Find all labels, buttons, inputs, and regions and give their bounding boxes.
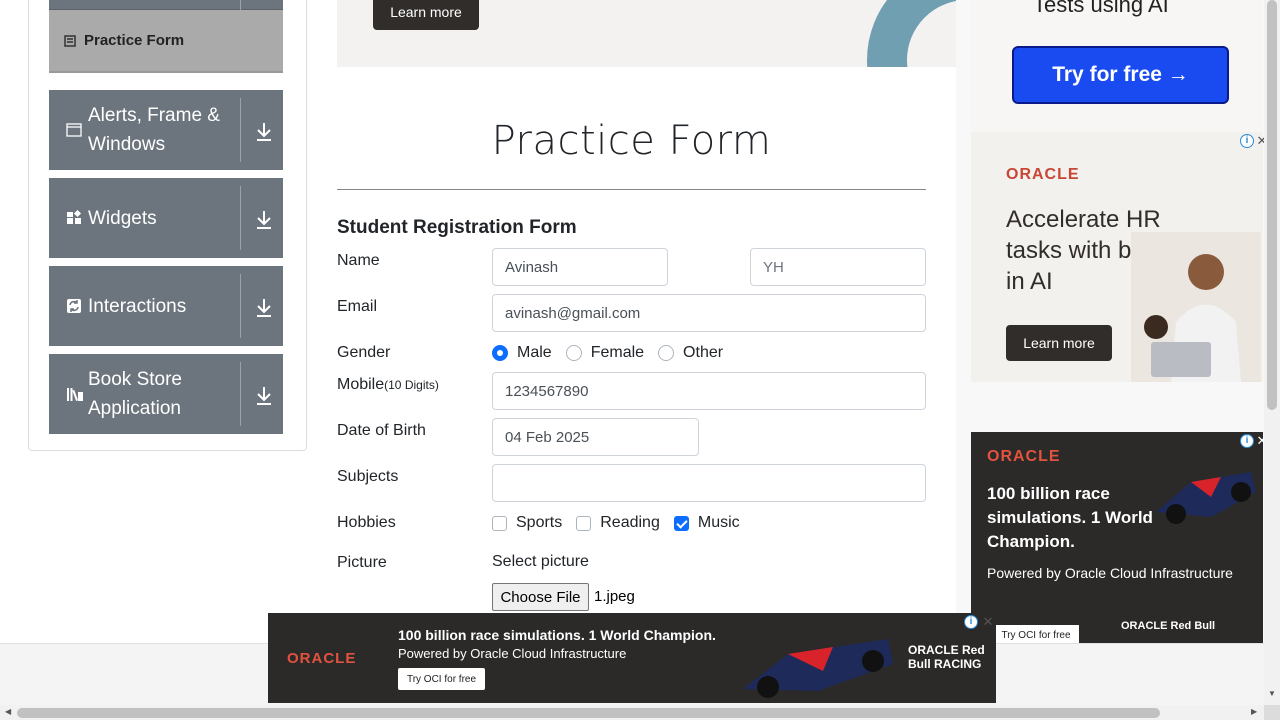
sidebar-group-interactions[interactable]: Interactions bbox=[49, 266, 283, 346]
hobby-music-option[interactable]: Music bbox=[673, 514, 740, 532]
sidebar-group-book-store[interactable]: Book Store Application bbox=[49, 354, 283, 434]
ad-oracle-f1-bottom[interactable]: ORACLE 100 billion race simulations. 1 W… bbox=[268, 613, 996, 703]
oracle-logo: ORACLE bbox=[1006, 166, 1080, 183]
hobbies-label: Hobbies bbox=[337, 514, 396, 531]
try-for-free-button[interactable]: Try for free → bbox=[1012, 46, 1229, 104]
page-title: Practice Form bbox=[491, 118, 772, 164]
oracle-logo: ORACLE bbox=[287, 650, 357, 667]
scrollbar-thumb[interactable] bbox=[17, 708, 1160, 718]
race-car-image bbox=[743, 639, 893, 698]
vertical-scrollbar[interactable]: ▼ bbox=[1264, 0, 1280, 705]
sidebar-group-widgets[interactable]: Widgets bbox=[49, 178, 283, 258]
picture-label: Picture bbox=[337, 554, 387, 571]
hobbies-checkbox-group: Sports Reading Music bbox=[492, 514, 754, 532]
ad-subtext: Powered by Oracle Cloud Infrastructure bbox=[987, 565, 1233, 581]
option-label: Other bbox=[683, 344, 724, 361]
scrollbar-thumb[interactable] bbox=[1267, 0, 1277, 410]
scroll-right-icon[interactable]: ▶ bbox=[1251, 707, 1257, 716]
radio-female[interactable] bbox=[565, 345, 582, 361]
subjects-label: Subjects bbox=[337, 468, 399, 485]
mobile-input[interactable]: 1234567890 bbox=[492, 372, 926, 410]
top-banner-ad[interactable]: Learn more bbox=[337, 0, 956, 67]
widgets-icon bbox=[66, 209, 82, 226]
form-heading: Student Registration Form bbox=[337, 217, 577, 238]
option-label: Sports bbox=[516, 514, 563, 531]
partner-logo: ORACLE Red Bull bbox=[1121, 620, 1216, 632]
ad-close-icon[interactable]: ✕ bbox=[982, 615, 994, 629]
try-oci-button[interactable]: Try OCI for free bbox=[993, 625, 1079, 643]
expand-icon[interactable] bbox=[254, 120, 274, 142]
mobile-hint: (10 Digits) bbox=[384, 378, 439, 392]
hobby-reading-option[interactable]: Reading bbox=[576, 514, 660, 532]
ad-photo bbox=[1131, 232, 1261, 382]
first-name-input[interactable]: Avinash bbox=[492, 248, 668, 286]
sidebar-group-label: Alerts, Frame & Windows bbox=[88, 105, 220, 155]
ad-oracle-f1-right[interactable]: ORACLE 100 billion race simulations. 1 W… bbox=[971, 432, 1263, 643]
dob-label: Date of Birth bbox=[337, 422, 426, 439]
ad-headline: 100 billion race simulations. 1 World Ch… bbox=[987, 484, 1153, 551]
window-icon bbox=[66, 122, 82, 138]
ad-info-icon[interactable]: i bbox=[1240, 134, 1254, 148]
option-label: Music bbox=[697, 514, 740, 531]
oracle-logo: ORACLE bbox=[987, 448, 1061, 465]
option-label: Male bbox=[517, 344, 552, 361]
gender-label: Gender bbox=[337, 344, 391, 361]
divider bbox=[337, 189, 926, 190]
checkbox-reading[interactable] bbox=[576, 515, 592, 531]
radio-other[interactable] bbox=[658, 345, 675, 361]
gender-male-option[interactable]: Male bbox=[492, 344, 552, 362]
mobile-label: Mobile(10 Digits) bbox=[337, 376, 439, 394]
scroll-down-icon[interactable]: ▼ bbox=[1268, 689, 1276, 698]
name-label: Name bbox=[337, 252, 380, 269]
checkbox-music[interactable] bbox=[673, 515, 689, 531]
select-picture-label: Select picture bbox=[492, 553, 589, 570]
option-label: Female bbox=[590, 344, 645, 361]
page: Practice Form Alerts, Frame & Windows Wi… bbox=[0, 0, 1280, 720]
email-input[interactable]: avinash@gmail.com bbox=[492, 294, 926, 332]
learn-more-button[interactable]: Learn more bbox=[373, 0, 479, 30]
partner-logo: ORACLE Red Bull RACING bbox=[908, 643, 985, 671]
ad-headline: 100 billion race simulations. 1 World Ch… bbox=[398, 627, 716, 643]
gender-radio-group: Male Female Other bbox=[492, 344, 737, 362]
form-icon bbox=[64, 34, 76, 47]
option-label: Reading bbox=[600, 514, 660, 531]
sidebar-prev-group[interactable] bbox=[49, 0, 283, 10]
sidebar-group-alerts[interactable]: Alerts, Frame & Windows bbox=[49, 90, 283, 170]
sidebar-group-label: Book Store Application bbox=[88, 369, 182, 419]
subjects-input[interactable] bbox=[492, 464, 926, 502]
ad-info-icon[interactable]: i bbox=[964, 615, 978, 629]
last-name-input[interactable]: YH bbox=[750, 248, 926, 286]
book-store-icon bbox=[66, 386, 83, 402]
ad-subtext: Powered by Oracle Cloud Infrastructure bbox=[398, 646, 627, 661]
scrollbar-corner bbox=[1264, 705, 1280, 720]
ad-try-for-free[interactable]: Tests using AI Try for free → bbox=[971, 0, 1263, 132]
gender-other-option[interactable]: Other bbox=[658, 344, 723, 362]
race-car-image bbox=[1156, 472, 1256, 524]
ad-info-icon[interactable]: i bbox=[1240, 434, 1254, 448]
sidebar-item-practice-form[interactable]: Practice Form bbox=[49, 10, 283, 73]
try-oci-button[interactable]: Try OCI for free bbox=[398, 668, 485, 690]
horizontal-scrollbar[interactable]: ◀ ▶ bbox=[0, 705, 1264, 720]
choose-file-button[interactable]: Choose File bbox=[492, 583, 589, 611]
sidebar-group-label: Widgets bbox=[88, 207, 157, 229]
sidebar-item-label: Practice Form bbox=[84, 32, 185, 49]
ad-partial-text: Tests using AI bbox=[1033, 0, 1169, 17]
expand-icon[interactable] bbox=[254, 384, 274, 406]
checkbox-sports[interactable] bbox=[492, 515, 507, 531]
scroll-left-icon[interactable]: ◀ bbox=[5, 707, 11, 716]
email-label: Email bbox=[337, 298, 378, 315]
sidebar-group-label: Interactions bbox=[88, 295, 187, 317]
expand-icon[interactable] bbox=[254, 296, 274, 318]
hobby-sports-option[interactable]: Sports bbox=[492, 514, 562, 532]
interactions-icon bbox=[66, 298, 82, 314]
learn-more-button[interactable]: Learn more bbox=[1006, 325, 1112, 361]
expand-icon[interactable] bbox=[254, 208, 274, 230]
dob-input[interactable]: 04 Feb 2025 bbox=[492, 418, 699, 456]
decorative-arc bbox=[867, 0, 956, 67]
mobile-label-text: Mobile bbox=[337, 376, 385, 393]
ad-oracle-hr[interactable]: ORACLE Accelerate HR tasks with built-in… bbox=[971, 132, 1263, 382]
gender-female-option[interactable]: Female bbox=[565, 344, 645, 362]
radio-male[interactable] bbox=[492, 345, 508, 361]
selected-file-name: 1.jpeg bbox=[594, 588, 635, 605]
